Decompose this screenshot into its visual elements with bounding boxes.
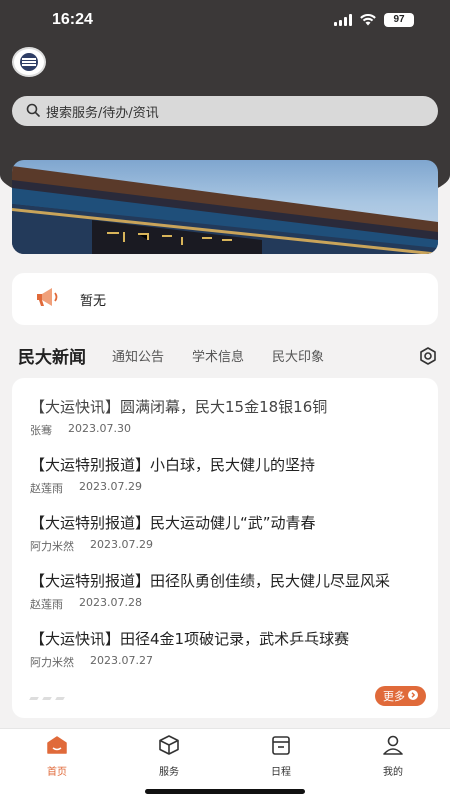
tabbar-services[interactable]: 服务: [139, 734, 199, 778]
news-title: 【大运特别报道】田径队勇创佳绩，民大健儿尽显风采: [30, 572, 391, 590]
search-bar[interactable]: 搜索服务/待办/资讯: [12, 96, 438, 126]
tabbar-profile-label: 我的: [383, 767, 403, 778]
news-tabs: 民大新闻 通知公告 学术信息 民大印象: [18, 340, 438, 370]
news-title: 【大运特别报道】小白球，民大健儿的坚持: [30, 456, 316, 474]
tabbar-schedule-label: 日程: [271, 767, 291, 778]
pagination-dots: [29, 697, 65, 700]
news-meta: 阿力米然 2023.07.27: [30, 654, 430, 670]
news-date: 2023.07.29: [79, 480, 142, 493]
battery-icon: 97: [384, 13, 414, 27]
tabbar-schedule[interactable]: 日程: [251, 734, 311, 778]
search-icon: [26, 102, 40, 121]
tabbar-profile[interactable]: 我的: [363, 734, 423, 778]
status-bar: 16:24 97: [0, 0, 450, 44]
news-author: 赵莲雨: [30, 482, 63, 495]
status-icons: 97: [334, 13, 414, 27]
search-placeholder: 搜索服务/待办/资讯: [46, 105, 159, 121]
tabbar-services-label: 服务: [159, 767, 179, 778]
home-indicator: [145, 789, 305, 794]
news-title: 【大运特别报道】民大运动健儿“武”动青春: [30, 514, 316, 532]
news-item[interactable]: 【大运快讯】田径4金1项破记录，武术乒乓球赛 阿力米然 2023.07.27: [30, 628, 430, 670]
news-author: 阿力米然: [30, 656, 74, 669]
news-date: 2023.07.29: [90, 538, 153, 551]
user-icon: [381, 734, 405, 760]
news-meta: 阿力米然 2023.07.29: [30, 538, 430, 554]
news-meta: 赵莲雨 2023.07.29: [30, 480, 430, 496]
tabbar-home-label: 首页: [47, 767, 67, 778]
news-item[interactable]: 【大运特别报道】小白球，民大健儿的坚持 赵莲雨 2023.07.29: [30, 454, 430, 496]
news-item[interactable]: 【大运特别报道】田径队勇创佳绩，民大健儿尽显风采 赵莲雨 2023.07.28: [30, 570, 430, 612]
wifi-icon: [360, 14, 376, 26]
settings-icon[interactable]: [418, 346, 438, 370]
news-author: 赵莲雨: [30, 598, 63, 611]
news-title: 【大运快讯】田径4金1项破记录，武术乒乓球赛: [30, 630, 350, 648]
more-label: 更多: [383, 690, 405, 703]
megaphone-icon: [34, 285, 62, 313]
news-author: 张骞: [30, 424, 52, 437]
calendar-icon: [269, 734, 293, 760]
news-meta: 赵莲雨 2023.07.28: [30, 596, 430, 612]
tabbar-home[interactable]: 首页: [27, 734, 87, 778]
tab-impressions[interactable]: 民大印象: [272, 346, 324, 365]
news-meta: 张骞 2023.07.30: [30, 422, 430, 438]
cube-icon: [157, 734, 181, 760]
news-item[interactable]: 【大运特别报道】民大运动健儿“武”动青春 阿力米然 2023.07.29: [30, 512, 430, 554]
status-time: 16:24: [52, 11, 93, 28]
news-date: 2023.07.30: [68, 422, 131, 435]
news-author: 阿力米然: [30, 540, 74, 553]
signal-icon: [334, 14, 352, 26]
notice-bar[interactable]: 暂无: [12, 273, 438, 325]
news-list-card: 【大运快讯】圆满闭幕，民大15金18银16铜 张骞 2023.07.30 【大运…: [12, 378, 438, 718]
news-date: 2023.07.27: [90, 654, 153, 667]
tab-minda-news[interactable]: 民大新闻: [18, 343, 86, 368]
news-title: 【大运快讯】圆满闭幕，民大15金18银16铜: [30, 398, 328, 416]
chevron-right-icon: [408, 689, 418, 703]
tab-notices[interactable]: 通知公告: [112, 346, 164, 365]
university-logo[interactable]: [12, 47, 46, 77]
news-item[interactable]: 【大运快讯】圆满闭幕，民大15金18银16铜 张骞 2023.07.30: [30, 396, 430, 438]
banner-image[interactable]: [12, 160, 438, 254]
news-date: 2023.07.28: [79, 596, 142, 609]
home-icon: [45, 734, 69, 760]
notice-text: 暂无: [80, 293, 107, 309]
more-button[interactable]: 更多: [375, 686, 426, 706]
tab-academic[interactable]: 学术信息: [192, 346, 244, 365]
